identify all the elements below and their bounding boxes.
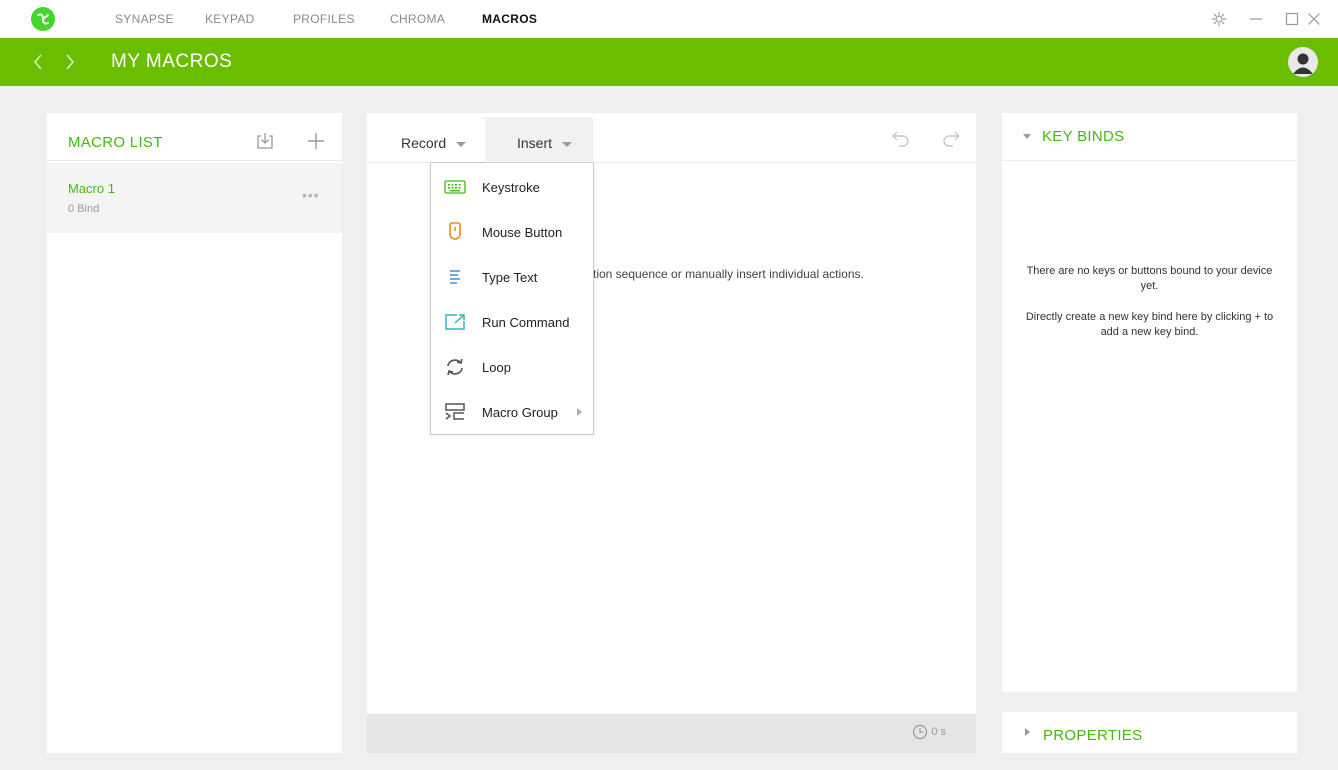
macro-bind-count: 0 Bind bbox=[68, 203, 100, 215]
menu-item-run-command[interactable]: Run Command bbox=[431, 300, 593, 345]
undo-icon[interactable] bbox=[889, 127, 913, 151]
close-icon[interactable] bbox=[1303, 8, 1325, 30]
menu-item-loop[interactable]: Loop bbox=[431, 345, 593, 390]
clock-icon bbox=[913, 724, 928, 740]
back-arrow-icon[interactable] bbox=[26, 50, 50, 74]
forward-arrow-icon[interactable] bbox=[58, 50, 82, 74]
record-label: Record bbox=[401, 135, 447, 151]
minimize-icon[interactable] bbox=[1245, 8, 1267, 30]
chevron-right-icon bbox=[577, 408, 582, 416]
import-icon[interactable] bbox=[254, 130, 276, 152]
add-icon[interactable] bbox=[305, 130, 327, 152]
duration-value: 0 s bbox=[931, 726, 946, 738]
record-dropdown[interactable]: Record bbox=[401, 117, 467, 161]
page-header: MY MACROS bbox=[0, 38, 1338, 86]
menu-item-label: Keystroke bbox=[482, 180, 540, 195]
chevron-down-icon bbox=[456, 141, 467, 147]
menu-item-label: Macro Group bbox=[482, 405, 558, 420]
menu-item-label: Loop bbox=[482, 360, 511, 375]
chevron-down-icon bbox=[562, 141, 573, 147]
tab-chroma[interactable]: CHROMA bbox=[390, 0, 445, 38]
menu-item-label: Run Command bbox=[482, 315, 570, 330]
title-bar: SYNAPSE KEYPAD PROFILES CHROMA MACROS bbox=[0, 0, 1338, 38]
key-binds-header[interactable]: KEY BINDS bbox=[1002, 113, 1297, 161]
razer-logo-icon[interactable] bbox=[31, 7, 55, 31]
loop-icon bbox=[443, 356, 467, 378]
tab-macros[interactable]: MACROS bbox=[482, 0, 537, 38]
chevron-right-icon bbox=[1025, 728, 1030, 736]
macro-list-item[interactable]: Macro 1 0 Bind ••• bbox=[47, 163, 342, 233]
macro-list-panel: MACRO LIST Macro 1 0 Bind ••• bbox=[47, 113, 342, 753]
run-command-icon bbox=[443, 311, 467, 333]
key-binds-panel: KEY BINDS There are no keys or buttons b… bbox=[1002, 113, 1297, 692]
menu-item-macro-group[interactable]: Macro Group bbox=[431, 390, 593, 435]
menu-item-type-text[interactable]: Type Text bbox=[431, 255, 593, 300]
menu-item-keystroke[interactable]: Keystroke bbox=[431, 165, 593, 210]
key-binds-title: KEY BINDS bbox=[1042, 128, 1125, 145]
user-avatar-icon[interactable] bbox=[1288, 47, 1318, 77]
chevron-down-icon bbox=[1023, 134, 1031, 139]
maximize-icon[interactable] bbox=[1281, 8, 1303, 30]
page-title: MY MACROS bbox=[111, 51, 233, 72]
insert-dropdown[interactable]: Insert bbox=[485, 117, 593, 161]
insert-label: Insert bbox=[517, 135, 553, 151]
properties-panel[interactable]: PROPERTIES bbox=[1002, 712, 1297, 753]
tab-keypad[interactable]: KEYPAD bbox=[205, 0, 255, 38]
editor-toolbar: Record Insert bbox=[367, 113, 976, 163]
macro-group-icon bbox=[443, 401, 467, 423]
text-lines-icon bbox=[443, 266, 467, 288]
key-binds-help-text: Directly create a new key bind here by c… bbox=[1025, 311, 1274, 338]
menu-item-mouse-button[interactable]: Mouse Button bbox=[431, 210, 593, 255]
insert-menu: Keystroke Mouse Button Type Text Run Com… bbox=[430, 162, 594, 435]
key-binds-empty-text: There are no keys or buttons bound to yo… bbox=[1026, 265, 1273, 292]
more-options-icon[interactable]: ••• bbox=[302, 187, 320, 203]
macro-list-header: MACRO LIST bbox=[47, 113, 342, 161]
macro-name: Macro 1 bbox=[68, 181, 115, 196]
redo-icon[interactable] bbox=[939, 127, 963, 151]
properties-title: PROPERTIES bbox=[1043, 727, 1143, 744]
tab-profiles[interactable]: PROFILES bbox=[293, 0, 355, 38]
menu-item-label: Mouse Button bbox=[482, 225, 563, 240]
editor-hint-text: tion sequence or manually insert individ… bbox=[593, 267, 864, 281]
tab-synapse[interactable]: SYNAPSE bbox=[115, 0, 174, 38]
macro-duration: 0 s bbox=[912, 724, 946, 740]
mouse-icon bbox=[443, 221, 467, 243]
editor-footer: 0 s bbox=[367, 714, 976, 753]
settings-icon[interactable] bbox=[1208, 8, 1230, 30]
keyboard-icon bbox=[443, 176, 467, 198]
menu-item-label: Type Text bbox=[482, 270, 538, 285]
